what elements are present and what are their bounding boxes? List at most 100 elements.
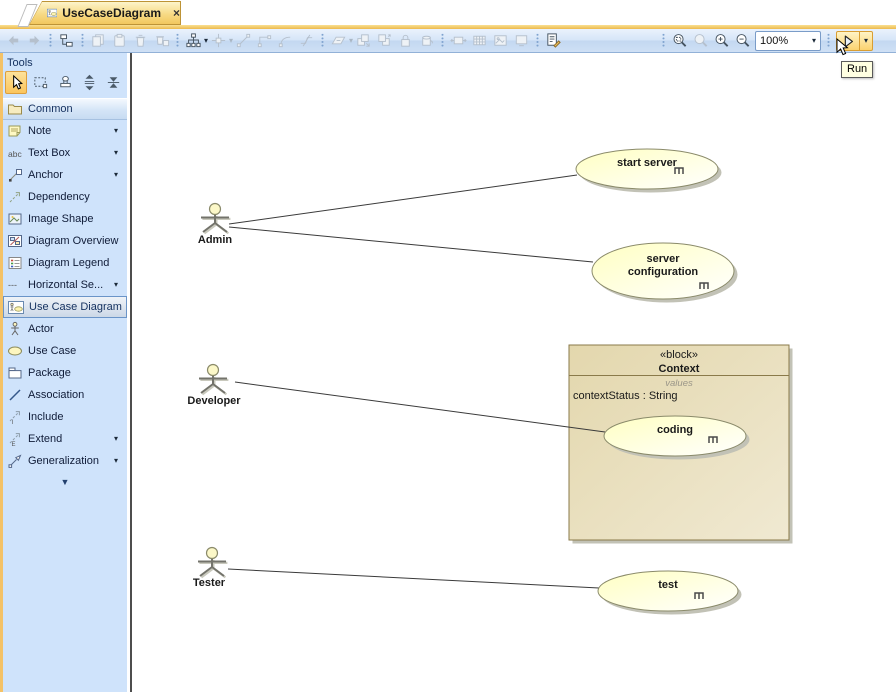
run-options-button[interactable]: ▾ (860, 31, 873, 51)
selection-tool-button[interactable] (5, 71, 27, 94)
containment-tree-button[interactable] (56, 31, 77, 51)
actor-tester[interactable]: Tester (193, 548, 228, 590)
chevron-down-icon[interactable]: ▾ (114, 171, 118, 179)
section-header-use-case-diagram[interactable]: Use Case Diagram (3, 296, 127, 318)
diagram-canvas[interactable]: «block» Context values contextStatus : S… (130, 53, 896, 692)
chevron-down-icon[interactable]: ▾ (114, 149, 118, 157)
sidebar-item-association[interactable]: Association (3, 384, 127, 406)
sidebar-item-dependency[interactable]: Dependency (3, 186, 127, 208)
autosize-icon (450, 32, 467, 49)
sidebar-item-label: Association (28, 389, 84, 401)
sidebar-item-actor[interactable]: Actor (3, 318, 127, 340)
main-area: Tools (0, 53, 896, 692)
section-header-common[interactable]: Common (3, 98, 127, 120)
actor-admin[interactable]: Admin (198, 204, 233, 247)
image-export-button[interactable] (490, 31, 511, 51)
sidebar-item-text-box[interactable]: abc Text Box ▾ (3, 142, 127, 164)
draw-path-button[interactable] (328, 31, 349, 51)
zoom-in-button[interactable] (711, 31, 732, 51)
grid-button[interactable] (469, 31, 490, 51)
zoom-region-button[interactable] (669, 31, 690, 51)
vertical-compress-tool-button[interactable] (103, 71, 125, 94)
sidebar-item-anchor[interactable]: Anchor ▾ (3, 164, 127, 186)
sidebar-item-generalization[interactable]: Generalization ▾ (3, 450, 127, 472)
trash-plus-icon (153, 32, 170, 49)
association-developer-coding[interactable] (235, 382, 605, 432)
fit-in-window-button[interactable] (511, 31, 532, 51)
rectilinear-path-button[interactable] (254, 31, 275, 51)
reset-style-button[interactable] (416, 31, 437, 51)
chevron-down-icon: ▾ (864, 37, 868, 45)
delete-with-dependencies-button[interactable] (151, 31, 172, 51)
sidebar-item-use-case[interactable]: Use Case (3, 340, 127, 362)
chevron-down-icon[interactable]: ▾ (114, 127, 118, 135)
send-to-back-button[interactable] (374, 31, 395, 51)
zoom-1-1-button[interactable] (690, 31, 711, 51)
copy-button[interactable] (88, 31, 109, 51)
layout-tree-icon (185, 32, 202, 49)
anchor-icon (7, 167, 23, 183)
chevron-down-icon[interactable]: ▾ (114, 457, 118, 465)
close-icon[interactable]: × (173, 6, 180, 20)
back-button[interactable] (3, 31, 24, 51)
zoom-out-button[interactable] (732, 31, 753, 51)
extend-arrow-icon: E (7, 431, 23, 447)
association-tester-test[interactable] (228, 569, 599, 588)
sidebar-item-diagram-overview[interactable]: Diagram Overview (3, 230, 127, 252)
forward-button[interactable] (24, 31, 45, 51)
sidebar-item-package[interactable]: Package (3, 362, 127, 384)
zoom-out-icon (734, 32, 751, 49)
use-case-server-configuration[interactable]: server configuration (592, 243, 738, 303)
chevron-down-icon[interactable]: ▾ (114, 435, 118, 443)
sidebar-item-label: Extend (28, 433, 62, 445)
diagram-tab[interactable]: UseCaseDiagram × (29, 1, 181, 25)
bring-to-front-button[interactable] (353, 31, 374, 51)
chevron-down-icon[interactable]: ▾ (114, 281, 118, 289)
quick-layout-button[interactable] (183, 31, 204, 51)
association-admin-serverconfiguration[interactable] (229, 227, 593, 262)
sticky-tool-button[interactable] (54, 71, 76, 94)
associations (228, 175, 605, 588)
diagram-properties-button[interactable] (543, 31, 564, 51)
sidebar-item-horizontal-separator[interactable]: --- Horizontal Se... ▾ (3, 274, 127, 296)
sidebar-item-extend[interactable]: E Extend ▾ (3, 428, 127, 450)
lock-shape-button[interactable] (395, 31, 416, 51)
use-case-start-server[interactable]: start server (576, 149, 722, 193)
sidebar-item-note[interactable]: Note ▾ (3, 120, 127, 142)
remove-breakpoints-button[interactable] (296, 31, 317, 51)
oblique-path-button[interactable] (233, 31, 254, 51)
palette-expander[interactable]: ▼ (3, 472, 127, 487)
autosize-button[interactable] (448, 31, 469, 51)
main-toolbar: ▾ ▾ ▾ (0, 29, 896, 53)
use-case-label: configuration (628, 266, 699, 278)
sidebar-item-image-shape[interactable]: Image Shape (3, 208, 127, 230)
use-case-label: server (646, 253, 680, 265)
monitor-icon (513, 32, 530, 49)
curved-path-button[interactable] (275, 31, 296, 51)
text-box-icon: abc (7, 145, 23, 161)
sidebar-item-label: Diagram Legend (28, 257, 109, 269)
sidebar-item-label: Dependency (28, 191, 90, 203)
paint-can-icon (418, 32, 435, 49)
association-admin-startserver[interactable] (229, 175, 577, 224)
use-case-diagram-icon (8, 300, 24, 315)
copy-icon (90, 32, 107, 49)
chevron-down-icon: ▼ (61, 477, 70, 487)
dependency-arrow-icon (7, 189, 23, 205)
actor-developer[interactable]: Developer (187, 365, 241, 408)
actor-label: Developer (187, 395, 241, 407)
sidebar-item-diagram-legend[interactable]: Diagram Legend (3, 252, 127, 274)
sidebar-item-include[interactable]: I Include (3, 406, 127, 428)
use-case-test[interactable]: test (598, 571, 742, 615)
compress-vertical-icon (105, 74, 122, 91)
layout-options-button[interactable] (208, 31, 229, 51)
zoom-level-select[interactable]: 100% ▾ (755, 31, 821, 51)
delete-button[interactable] (130, 31, 151, 51)
forward-arrow-icon (26, 32, 43, 49)
vertical-spread-tool-button[interactable] (78, 71, 100, 94)
paste-button[interactable] (109, 31, 130, 51)
tools-panel: Tools (0, 53, 127, 692)
containment-tree-icon (58, 32, 75, 49)
toolbar-separator (827, 33, 830, 48)
marquee-select-tool-button[interactable] (29, 71, 51, 94)
